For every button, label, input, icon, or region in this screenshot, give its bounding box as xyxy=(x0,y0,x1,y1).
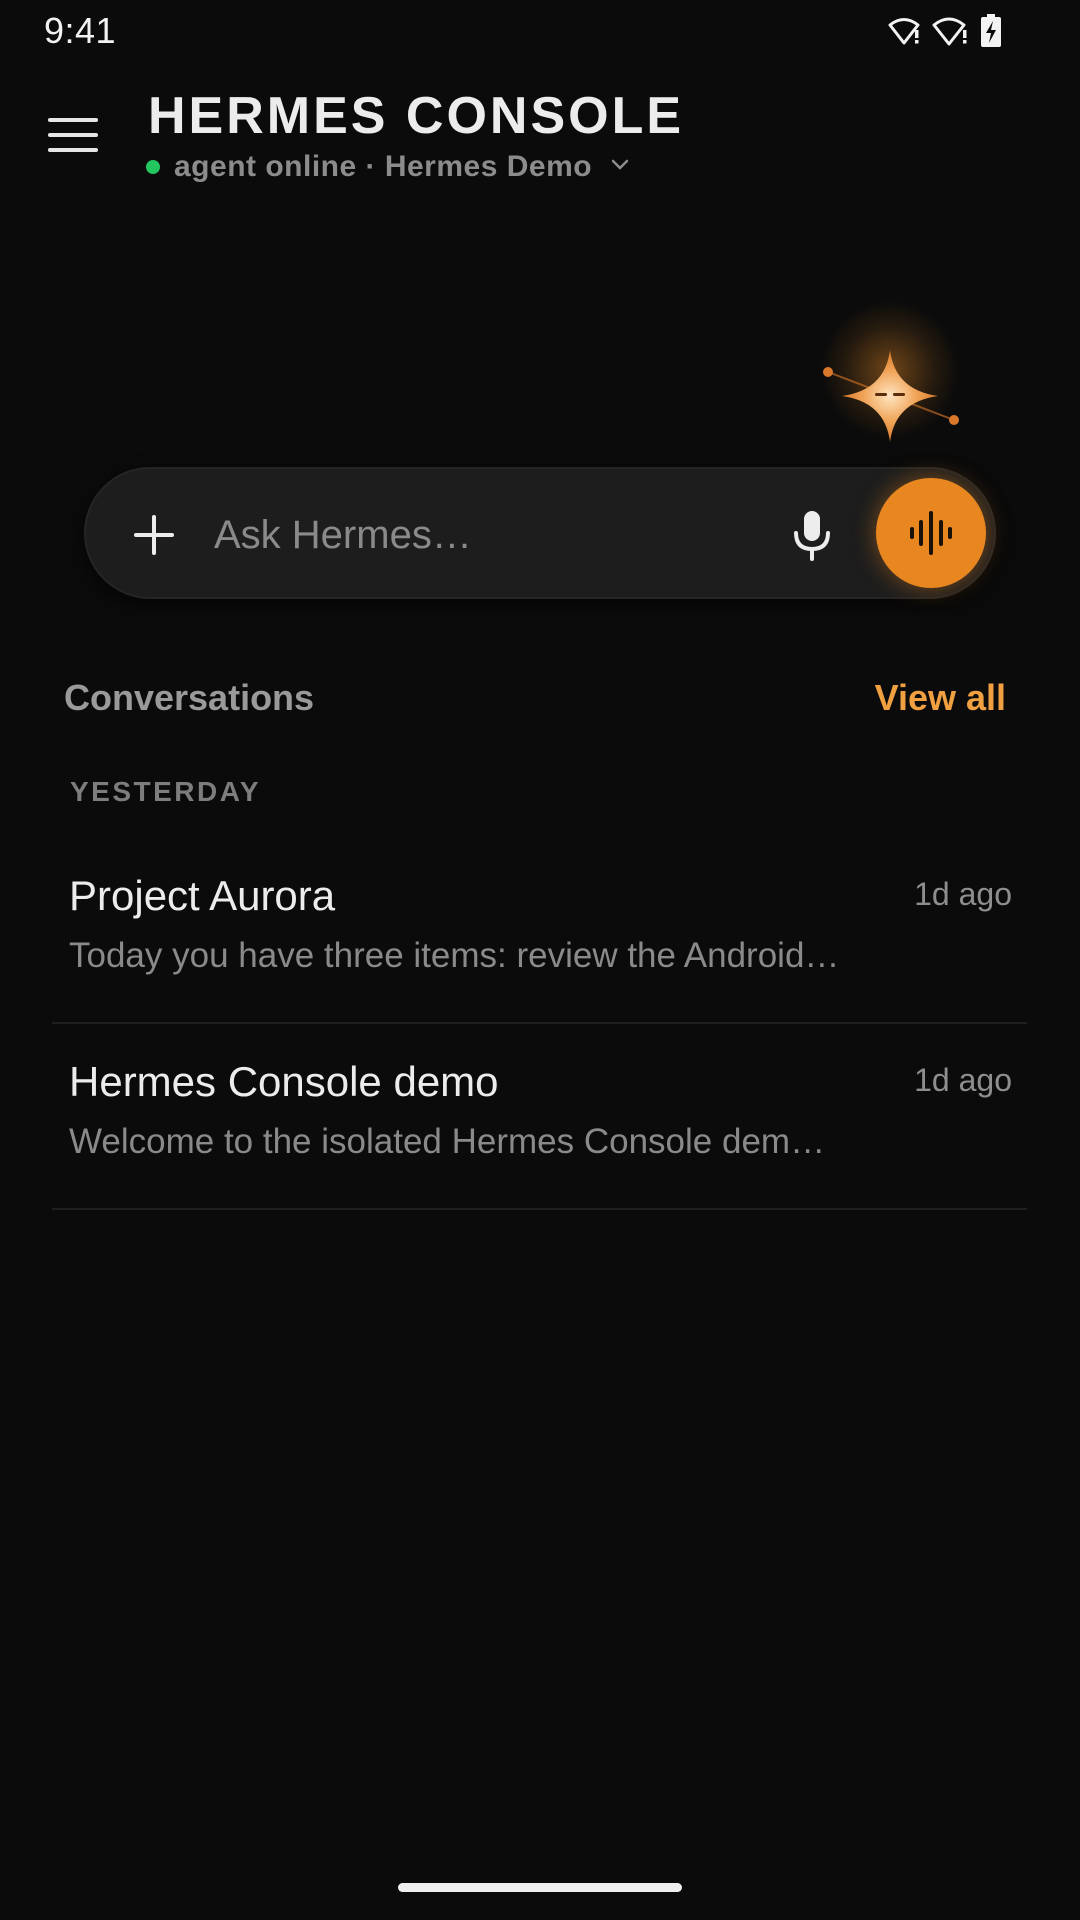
conversation-time: 1d ago xyxy=(914,876,1012,912)
group-label-yesterday: YESTERDAY xyxy=(70,776,262,807)
home-indicator[interactable] xyxy=(398,1883,682,1892)
voice-waveform-icon xyxy=(910,511,952,555)
battery-charging-icon xyxy=(980,14,1002,48)
voice-mode-button[interactable] xyxy=(876,478,986,588)
microphone-icon[interactable] xyxy=(782,505,842,565)
conversations-heading: Conversations xyxy=(64,677,315,718)
ask-input[interactable] xyxy=(214,505,774,565)
status-icons xyxy=(888,14,1002,48)
conversation-time: 1d ago xyxy=(914,1062,1012,1098)
status-bar: 9:41 xyxy=(0,0,1080,62)
agent-selector[interactable]: agent online · Hermes Demo xyxy=(146,150,630,184)
hamburger-menu-icon[interactable] xyxy=(40,112,106,158)
view-all-link[interactable]: View all xyxy=(875,677,1006,719)
conversation-item[interactable]: Project Aurora 1d ago Today you have thr… xyxy=(52,838,1027,1024)
conversation-title: Project Aurora xyxy=(69,872,336,919)
conversation-item[interactable]: Hermes Console demo 1d ago Welcome to th… xyxy=(52,1024,1027,1210)
sparkle-icon xyxy=(823,350,959,442)
status-time: 9:41 xyxy=(44,10,117,51)
conversation-preview: Today you have three items: review the A… xyxy=(69,936,840,975)
app-title: HERMES CONSOLE xyxy=(148,87,685,145)
conversation-preview: Welcome to the isolated Hermes Console d… xyxy=(69,1122,826,1161)
agent-status-label: agent online · Hermes Demo xyxy=(174,150,593,183)
wifi-alert-icon xyxy=(888,16,922,46)
online-status-dot xyxy=(146,160,160,174)
chevron-down-icon xyxy=(610,158,630,177)
conversation-list: Project Aurora 1d ago Today you have thr… xyxy=(52,838,1027,1210)
wifi-alert-icon xyxy=(932,16,970,46)
conversation-title: Hermes Console demo xyxy=(69,1058,499,1105)
plus-icon[interactable] xyxy=(128,509,180,561)
ask-bar xyxy=(84,467,996,599)
